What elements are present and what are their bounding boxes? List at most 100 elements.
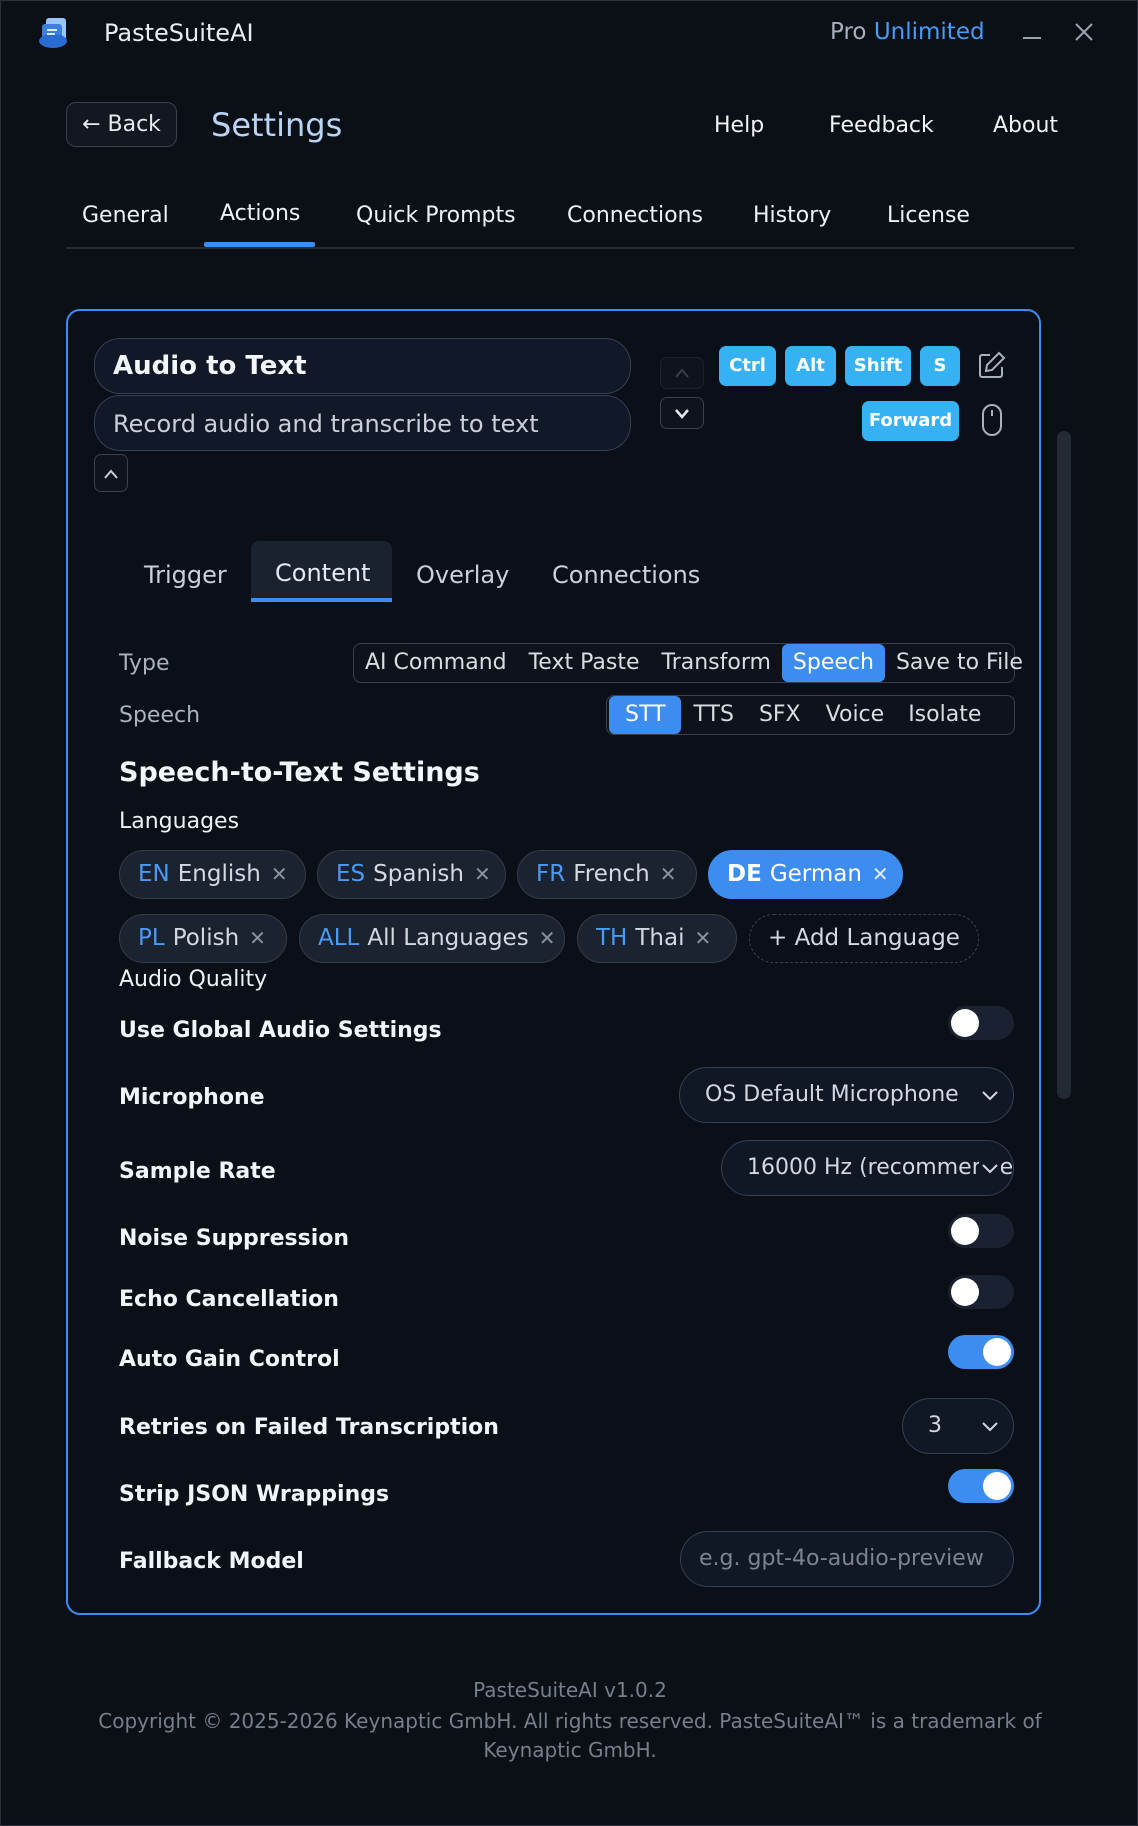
tab-history[interactable]: History: [753, 203, 831, 228]
tab-connections[interactable]: Connections: [567, 203, 703, 228]
microphone-select[interactable]: OS Default Microphone: [679, 1067, 1014, 1123]
footer-version: PasteSuiteAI v1.0.2: [473, 1678, 667, 1702]
settings-tabs: General Actions Quick Prompts Connection…: [66, 197, 1074, 249]
echo-cancellation-toggle[interactable]: [948, 1275, 1014, 1309]
type-selector: AI Command Text Paste Transform Speech S…: [353, 643, 1023, 683]
type-save-to-file[interactable]: Save to File: [885, 644, 1034, 682]
chevron-down-icon: [982, 1091, 998, 1101]
remove-icon[interactable]: ✕: [694, 926, 711, 950]
use-global-audio-toggle[interactable]: [948, 1006, 1014, 1040]
strip-json-toggle[interactable]: [948, 1469, 1014, 1503]
title-bar: PasteSuiteAI Pro Unlimited: [1, 1, 1137, 65]
toggle-knob: [951, 1217, 979, 1245]
help-link[interactable]: Help: [714, 113, 764, 138]
minimize-button[interactable]: [1014, 15, 1050, 51]
back-button[interactable]: ← Back: [66, 102, 177, 147]
language-chip-de[interactable]: DE German ✕: [708, 850, 903, 899]
language-chip-es[interactable]: ES Spanish ✕: [317, 850, 506, 899]
language-name: All Languages: [367, 925, 529, 951]
sample-rate-select[interactable]: 16000 Hz (recommended): [721, 1140, 1014, 1196]
action-name-value: Audio to Text: [113, 351, 307, 381]
remove-icon[interactable]: ✕: [872, 862, 889, 886]
toggle-knob: [983, 1472, 1011, 1500]
auto-gain-control-toggle[interactable]: [948, 1335, 1014, 1369]
about-link[interactable]: About: [993, 113, 1058, 138]
toggle-knob: [951, 1009, 979, 1037]
chevron-down-icon: [675, 409, 689, 419]
language-name: Thai: [635, 925, 685, 951]
sample-rate-label: Sample Rate: [119, 1159, 276, 1184]
language-name: Spanish: [373, 861, 464, 887]
inner-tab-overlay[interactable]: Overlay: [416, 561, 509, 589]
noise-suppression-toggle[interactable]: [948, 1214, 1014, 1248]
language-code: TH: [596, 925, 628, 951]
chevron-up-icon: [675, 368, 689, 378]
sample-rate-value: 16000 Hz (recommended): [747, 1155, 1014, 1180]
move-up-button[interactable]: [660, 357, 704, 389]
mouse-icon[interactable]: [979, 403, 1005, 437]
remove-icon[interactable]: ✕: [539, 926, 556, 950]
language-name: English: [177, 861, 261, 887]
speech-stt[interactable]: STT: [609, 696, 682, 734]
edit-icon[interactable]: [976, 349, 1008, 381]
feedback-link[interactable]: Feedback: [829, 113, 934, 138]
collapse-button[interactable]: [94, 454, 128, 492]
close-icon: [1075, 23, 1093, 41]
use-global-audio-label: Use Global Audio Settings: [119, 1018, 442, 1043]
remove-icon[interactable]: ✕: [474, 862, 491, 886]
strip-json-label: Strip JSON Wrappings: [119, 1482, 390, 1507]
audio-quality-label: Audio Quality: [119, 967, 268, 992]
type-ai-command[interactable]: AI Command: [354, 644, 518, 682]
retries-label: Retries on Failed Transcription: [119, 1415, 499, 1440]
language-name: French: [573, 861, 650, 887]
hotkey-ctrl: Ctrl: [719, 346, 776, 386]
action-name-field[interactable]: Audio to Text: [94, 338, 631, 394]
fallback-model-input[interactable]: e.g. gpt-4o-audio-preview: [680, 1531, 1014, 1587]
language-chip-pl[interactable]: PL Polish ✕: [119, 914, 287, 963]
type-speech[interactable]: Speech: [781, 644, 885, 682]
tab-license[interactable]: License: [887, 203, 970, 228]
action-description-value: Record audio and transcribe to text: [113, 410, 539, 438]
remove-icon[interactable]: ✕: [249, 926, 266, 950]
language-chip-en[interactable]: EN English ✕: [119, 850, 306, 899]
language-code: ES: [336, 861, 366, 887]
inner-tab-content[interactable]: Content: [275, 559, 370, 587]
add-language-button[interactable]: + Add Language: [749, 914, 979, 963]
app-name: PasteSuiteAI: [104, 19, 254, 47]
close-button[interactable]: [1066, 15, 1102, 51]
inner-tab-connections[interactable]: Connections: [552, 561, 700, 589]
language-chip-th[interactable]: TH Thai ✕: [577, 914, 737, 963]
speech-mode-selector: STT TTS SFX Voice Isolate: [606, 695, 1015, 735]
speech-tts[interactable]: TTS: [681, 696, 745, 734]
type-text-paste[interactable]: Text Paste: [518, 644, 651, 682]
app-window: PasteSuiteAI Pro Unlimited ← Back Settin…: [0, 0, 1138, 1826]
tab-actions[interactable]: Actions: [220, 201, 300, 226]
scrollbar-thumb[interactable]: [1057, 431, 1071, 1099]
footer-copyright: Copyright © 2025-2026 Keynaptic GmbH. Al…: [98, 1709, 1042, 1762]
page-title: Settings: [211, 106, 343, 144]
languages-label: Languages: [119, 809, 240, 834]
language-code: ALL: [318, 925, 360, 951]
type-transform[interactable]: Transform: [650, 644, 781, 682]
stt-settings-title: Speech-to-Text Settings: [119, 757, 480, 788]
remove-icon[interactable]: ✕: [271, 862, 288, 886]
inner-tab-indicator: [251, 598, 392, 602]
chevron-up-icon: [104, 469, 118, 479]
action-description-field[interactable]: Record audio and transcribe to text: [94, 395, 631, 451]
language-chip-fr[interactable]: FR French ✕: [517, 850, 697, 899]
tab-quick-prompts[interactable]: Quick Prompts: [356, 203, 516, 228]
speech-voice[interactable]: Voice: [814, 696, 897, 734]
remove-icon[interactable]: ✕: [660, 862, 677, 886]
language-chip-all[interactable]: ALL All Languages ✕: [299, 914, 565, 963]
inner-tab-trigger[interactable]: Trigger: [144, 561, 227, 589]
echo-cancellation-label: Echo Cancellation: [119, 1287, 339, 1312]
toggle-knob: [951, 1278, 979, 1306]
mouse-button-forward: Forward: [862, 401, 959, 441]
speech-label: Speech: [119, 703, 201, 728]
tab-general[interactable]: General: [82, 203, 169, 228]
retries-select[interactable]: 3: [902, 1398, 1014, 1454]
language-code: PL: [138, 925, 165, 951]
move-down-button[interactable]: [660, 397, 704, 429]
speech-isolate[interactable]: Isolate: [896, 696, 993, 734]
speech-sfx[interactable]: SFX: [746, 696, 814, 734]
